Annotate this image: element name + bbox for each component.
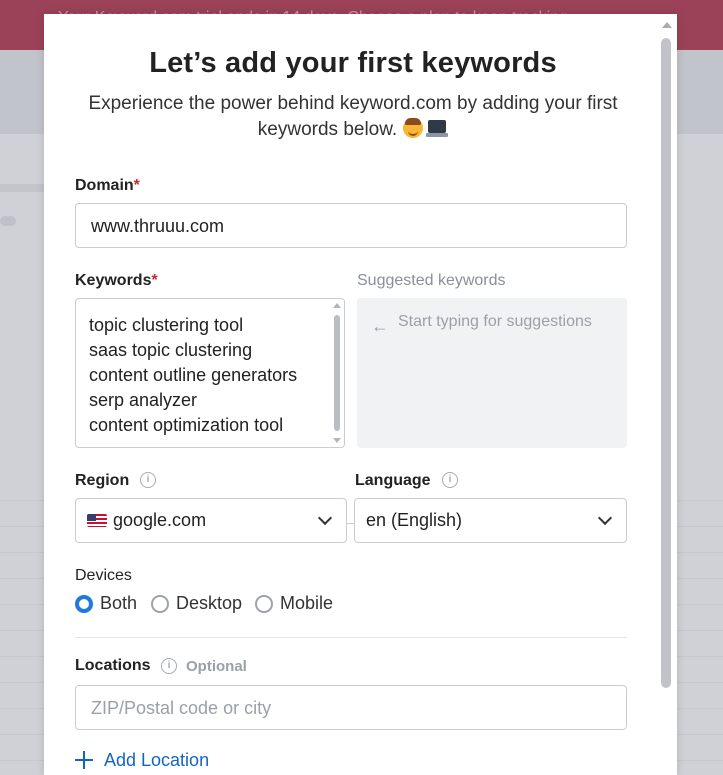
- keywords-textarea[interactable]: topic clustering tool saas topic cluster…: [75, 298, 345, 448]
- keywords-list: topic clustering tool saas topic cluster…: [89, 313, 297, 438]
- laptop-emoji-icon: [426, 120, 449, 138]
- person-emoji-icon: [403, 118, 424, 138]
- keywords-label: Keywords*: [75, 272, 158, 290]
- chevron-down-icon: [597, 510, 613, 526]
- keyword-item: topic clustering tool: [89, 315, 244, 335]
- region-select[interactable]: google.com: [75, 498, 347, 543]
- keyword-item: serp analyzer: [89, 390, 198, 410]
- keywords-scrollbar[interactable]: [332, 301, 342, 445]
- language-label: Language: [355, 472, 431, 489]
- chevron-down-icon: [317, 510, 333, 526]
- radio-both[interactable]: [75, 595, 93, 613]
- domain-input[interactable]: www.thruuu.com: [75, 203, 627, 248]
- domain-label: Domain*: [75, 177, 140, 195]
- keyword-item: content optimization tool: [89, 415, 284, 435]
- modal-subtitle: Experience the power behind keyword.com …: [84, 91, 622, 143]
- radio-mobile[interactable]: [255, 595, 273, 613]
- location-input-placeholder: ZIP/Postal code or city: [91, 698, 272, 718]
- radio-mobile-label[interactable]: Mobile: [280, 593, 333, 614]
- keyword-item: saas topic clustering: [89, 340, 253, 360]
- radio-desktop[interactable]: [151, 595, 169, 613]
- region-select-value: google.com: [113, 510, 207, 530]
- region-label: Region: [75, 472, 130, 489]
- keywords-label-text: Keywords: [75, 272, 152, 289]
- modal-subtitle-text: Experience the power behind keyword.com …: [88, 93, 618, 140]
- modal-title: Let’s add your first keywords: [149, 47, 557, 79]
- plus-icon: [75, 751, 93, 769]
- scroll-up-arrow-icon[interactable]: [662, 22, 672, 28]
- domain-input-value: www.thruuu.com: [91, 216, 225, 236]
- required-mark: *: [133, 177, 140, 194]
- domain-label-text: Domain: [75, 177, 134, 194]
- section-divider: [75, 637, 627, 638]
- us-flag-icon: [87, 514, 107, 527]
- add-location-label: Add Location: [104, 750, 210, 770]
- arrow-left-icon: ←: [371, 316, 389, 336]
- location-input[interactable]: ZIP/Postal code or city: [75, 685, 627, 730]
- info-icon[interactable]: i: [442, 472, 458, 488]
- modal-scrollbar-thumb[interactable]: [661, 38, 671, 688]
- add-keywords-modal: Let’s add your first keywords Experience…: [44, 14, 677, 775]
- language-select-value: en (English): [366, 510, 463, 530]
- keywords-scrollbar-thumb[interactable]: [334, 315, 340, 431]
- suggested-keywords-panel: ← Start typing for suggestions: [357, 298, 627, 448]
- scroll-up-arrow-icon[interactable]: [333, 303, 341, 308]
- devices-label: Devices: [75, 567, 132, 584]
- suggested-keywords-placeholder: Start typing for suggestions: [398, 313, 592, 330]
- locations-label: Locations: [75, 657, 151, 674]
- keyword-item: content outline generators: [89, 365, 298, 385]
- radio-both-label[interactable]: Both: [100, 593, 137, 614]
- background-decoration: [0, 216, 16, 226]
- suggested-keywords-label: Suggested keywords: [357, 272, 506, 289]
- modal-scrollbar[interactable]: [660, 22, 672, 775]
- language-select[interactable]: en (English): [354, 498, 627, 543]
- scroll-down-arrow-icon[interactable]: [333, 438, 341, 443]
- radio-desktop-label[interactable]: Desktop: [176, 593, 242, 614]
- info-icon[interactable]: i: [161, 658, 177, 674]
- background-decoration: [0, 184, 44, 192]
- optional-label: Optional: [186, 658, 247, 675]
- info-icon[interactable]: i: [140, 472, 156, 488]
- required-mark: *: [151, 272, 158, 289]
